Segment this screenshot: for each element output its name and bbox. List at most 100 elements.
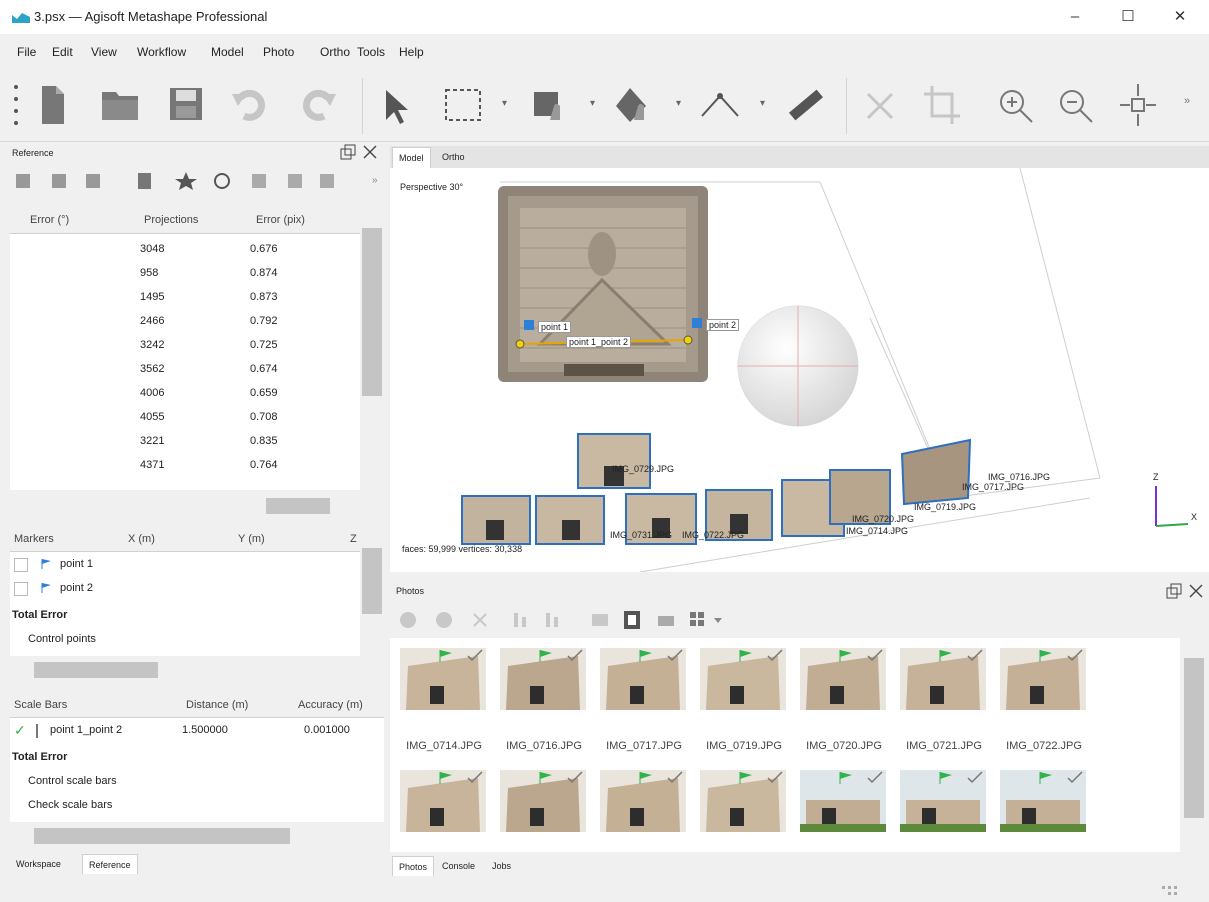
cameras-horizontal-scrollbar[interactable] xyxy=(10,496,356,516)
measure-line-icon[interactable] xyxy=(698,80,742,130)
new-document-icon[interactable] xyxy=(30,80,74,130)
delete-selection-icon[interactable] xyxy=(858,80,902,130)
marker-point-1[interactable] xyxy=(515,339,525,349)
float-panel-icon[interactable] xyxy=(340,144,356,160)
camera-row[interactable]: 1495 0.873 xyxy=(10,288,360,308)
chevron-down-icon[interactable]: ▾ xyxy=(760,98,765,109)
chevron-down-icon[interactable]: ▾ xyxy=(676,98,681,109)
camera-row[interactable]: 4055 0.708 xyxy=(10,408,360,428)
column-header-accuracy[interactable]: Accuracy (m) xyxy=(298,699,363,711)
menu-photo[interactable]: Photo xyxy=(263,45,294,59)
photo-thumbnail[interactable]: IMG_0721.JPG xyxy=(900,648,1000,752)
markers-control-points[interactable]: Control points xyxy=(28,633,96,645)
markers-vertical-scrollbar[interactable] xyxy=(360,528,384,654)
scrollbar-thumb[interactable] xyxy=(362,228,382,396)
marker-label-point-2[interactable]: point 2 xyxy=(706,319,740,331)
camera-row[interactable]: 3242 0.725 xyxy=(10,336,360,356)
photo-thumbnail[interactable] xyxy=(800,770,900,870)
camera-row[interactable]: 3221 0.835 xyxy=(10,432,360,452)
resize-region-icon[interactable] xyxy=(528,80,572,130)
scrollbar-thumb[interactable] xyxy=(34,662,158,678)
scalebar-name[interactable]: point 1_point 2 xyxy=(50,724,122,736)
scrollbar-thumb[interactable] xyxy=(1184,658,1204,818)
marker-name[interactable]: point 1 xyxy=(60,558,93,570)
close-button[interactable]: ✕ xyxy=(1165,6,1195,28)
model-viewport[interactable]: Perspective 30° point 1 point 2 point 1_… xyxy=(390,168,1209,572)
scalebars-horizontal-scrollbar[interactable] xyxy=(10,826,356,846)
tab-jobs[interactable]: Jobs xyxy=(486,856,517,876)
photo-thumbnail[interactable]: IMG_0719.JPG xyxy=(700,648,800,752)
zoom-in-icon[interactable] xyxy=(994,80,1038,130)
tab-ortho[interactable]: Ortho xyxy=(436,147,471,168)
camera-row[interactable]: 958 0.874 xyxy=(10,264,360,284)
menu-help[interactable]: Help xyxy=(399,45,424,59)
tab-model[interactable]: Model xyxy=(392,147,431,168)
camera-row[interactable]: 2466 0.792 xyxy=(10,312,360,332)
rectangle-selection-icon[interactable] xyxy=(440,80,484,130)
control-scale-bars[interactable]: Control scale bars xyxy=(28,775,117,787)
column-header-markers[interactable]: Markers xyxy=(14,533,54,545)
photo-thumbnail[interactable] xyxy=(600,770,700,870)
scrollbar-thumb[interactable] xyxy=(266,498,330,514)
minimize-button[interactable]: – xyxy=(1060,6,1090,28)
navigation-pointer-icon[interactable] xyxy=(374,80,418,130)
menu-tools[interactable]: Tools xyxy=(357,45,385,59)
column-header-error-deg[interactable]: Error (°) xyxy=(30,214,69,226)
marker-point-2[interactable] xyxy=(683,335,693,345)
photo-thumbnail[interactable] xyxy=(400,770,500,870)
column-header-x[interactable]: X (m) xyxy=(128,533,155,545)
redo-icon[interactable] xyxy=(296,80,340,130)
cameras-vertical-scrollbar[interactable] xyxy=(360,208,384,490)
menu-file[interactable]: File xyxy=(17,45,36,59)
marker-checkbox[interactable] xyxy=(14,582,28,596)
close-panel-icon[interactable] xyxy=(362,144,378,160)
camera-row[interactable]: 3048 0.676 xyxy=(10,240,360,260)
photo-thumbnail[interactable] xyxy=(1000,770,1100,870)
photo-thumbnail[interactable] xyxy=(700,770,800,870)
camera-row[interactable]: 4006 0.659 xyxy=(10,384,360,404)
photo-thumbnail[interactable]: IMG_0717.JPG xyxy=(600,648,700,752)
ruler-icon[interactable] xyxy=(784,80,828,130)
toolbar-overflow-icon[interactable]: » xyxy=(1184,95,1190,107)
close-panel-icon[interactable] xyxy=(1188,583,1204,599)
menu-workflow[interactable]: Workflow xyxy=(137,45,186,59)
check-scale-bars[interactable]: Check scale bars xyxy=(28,799,112,811)
camera-row[interactable]: 4371 0.764 xyxy=(10,456,360,476)
photo-thumbnail[interactable]: IMG_0714.JPG xyxy=(400,648,500,752)
maximize-button[interactable]: ☐ xyxy=(1113,6,1143,28)
menu-edit[interactable]: Edit xyxy=(52,45,73,59)
tab-workspace[interactable]: Workspace xyxy=(10,854,67,874)
markers-horizontal-scrollbar[interactable] xyxy=(10,660,356,680)
check-icon[interactable]: ✓ xyxy=(14,722,26,739)
scalebar-distance[interactable]: 1.500000 xyxy=(182,724,228,736)
column-header-z[interactable]: Z xyxy=(350,533,357,545)
scalebar-label[interactable]: point 1_point 2 xyxy=(566,336,632,348)
chevron-down-icon[interactable]: ▾ xyxy=(590,98,595,109)
photo-thumbnail[interactable]: IMG_0722.JPG xyxy=(1000,648,1100,752)
column-header-distance[interactable]: Distance (m) xyxy=(186,699,248,711)
photo-thumbnail[interactable]: IMG_0720.JPG xyxy=(800,648,900,752)
model-scene[interactable] xyxy=(390,168,1209,572)
float-panel-icon[interactable] xyxy=(1166,583,1182,599)
photo-thumbnail[interactable]: IMG_0716.JPG xyxy=(500,648,600,752)
resize-grip-icon[interactable] xyxy=(1158,882,1186,898)
move-object-icon[interactable] xyxy=(1116,80,1160,130)
menu-view[interactable]: View xyxy=(91,45,117,59)
tab-photos[interactable]: Photos xyxy=(392,856,435,876)
marker-label-point-1[interactable]: point 1 xyxy=(538,321,572,333)
marker-checkbox[interactable] xyxy=(14,558,28,572)
tab-reference[interactable]: Reference xyxy=(82,854,138,874)
rotate-region-icon[interactable] xyxy=(610,80,654,130)
scalebar-accuracy[interactable]: 0.001000 xyxy=(304,724,350,736)
photo-thumbnail[interactable] xyxy=(900,770,1000,870)
zoom-out-icon[interactable] xyxy=(1054,80,1098,130)
reference-toolbar-overflow-icon[interactable]: » xyxy=(372,175,378,186)
tab-console[interactable]: Console xyxy=(436,856,481,876)
open-folder-icon[interactable] xyxy=(98,80,142,130)
marker-name[interactable]: point 2 xyxy=(60,582,93,594)
crop-selection-icon[interactable] xyxy=(920,80,964,130)
menu-model[interactable]: Model xyxy=(211,45,244,59)
menu-ortho[interactable]: Ortho xyxy=(320,45,350,59)
column-header-projections[interactable]: Projections xyxy=(144,214,198,226)
undo-icon[interactable] xyxy=(228,80,272,130)
